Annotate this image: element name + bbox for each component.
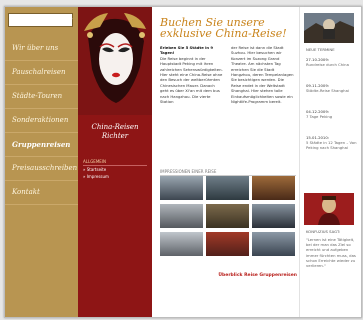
news-image [304, 13, 354, 43]
news-text: Rundreise durch China [306, 62, 349, 68]
gallery-photo[interactable] [160, 232, 203, 256]
gallery-photo[interactable] [252, 176, 295, 200]
nav-item-contest[interactable]: Preisausschreiben [5, 157, 78, 181]
caption-line-2: Richter [101, 132, 129, 140]
article-column-left: Erleben Sie 5 Städte in 9 Tagen! Die Rei… [160, 45, 223, 104]
nav-item-contact[interactable]: Kontakt [5, 181, 78, 205]
news-header: NEUE TERMINE [306, 47, 335, 52]
caption-line-1: China-Reisen [91, 123, 139, 131]
news-item[interactable]: 09.11.2009: Städte-Reise Shanghai [306, 83, 358, 93]
feature-column: China-Reisen Richter ALLGEMEIN » Startse… [78, 7, 152, 317]
gallery-header: IMPRESSIONEN EINER REISE [160, 169, 296, 176]
right-column: NEUE TERMINE 27.10.2009: Rundreise durch… [299, 7, 361, 317]
confucius-image [304, 193, 354, 225]
news-text: 7 Tage Peking [306, 114, 333, 120]
gallery-photo[interactable] [252, 204, 295, 228]
left-sidebar: » Wir über uns Pauschalreisen Städte-Tou… [5, 7, 78, 317]
gallery-photo[interactable] [206, 204, 249, 228]
article-text-right: der Reise ist dann die Stadt Suzhou. Hie… [231, 45, 294, 105]
search-submit-icon[interactable]: » [67, 14, 74, 24]
related-links: ALLGEMEIN » Startseite » Impressum [83, 159, 147, 180]
gallery-photo[interactable] [206, 232, 249, 256]
news-text: 5 Städte in 12 Tagen – Von Peking nach S… [306, 140, 357, 151]
news-text: Städte-Reise Shanghai [306, 88, 349, 94]
gallery-photo[interactable] [160, 176, 203, 200]
page-frame: » Wir über uns Pauschalreisen Städte-Tou… [4, 6, 362, 318]
quote-text: "Lernen ist eine Tätigkeit, bei der man … [306, 237, 356, 269]
nav-item-packages[interactable]: Pauschalreisen [5, 61, 78, 85]
link-impressum[interactable]: » Impressum [83, 174, 147, 180]
gallery-overview-link[interactable]: Überblick Reise Gruppenreisen [218, 273, 297, 278]
nav-item-specials[interactable]: Sonderaktionen [5, 109, 78, 133]
search-input[interactable] [8, 13, 73, 27]
news-item[interactable]: 04.12.2009: 7 Tage Peking [306, 109, 358, 119]
gallery-photo[interactable] [252, 232, 295, 256]
article-column-right: der Reise ist dann die Stadt Suzhou. Hie… [231, 45, 294, 104]
gallery-photo[interactable] [206, 176, 249, 200]
main-content: Buchen Sie unsere exklusive China-Reise!… [152, 7, 299, 317]
link-startseite[interactable]: » Startseite [83, 167, 147, 173]
gallery-photo[interactable] [160, 204, 203, 228]
nav-item-city-tours[interactable]: Städte-Touren [5, 85, 78, 109]
page-title: Buchen Sie unsere exklusive China-Reise! [160, 16, 287, 40]
mask-image [78, 7, 152, 115]
news-item[interactable]: 15.01.2010: 5 Städte in 12 Tagen – Von P… [306, 135, 358, 151]
article-text-left: Die Reise beginnt in der Hauptstadt Peki… [160, 55, 223, 105]
article-lead: Erleben Sie 5 Städte in 9 Tagen! [160, 45, 214, 56]
nav-item-group-tours[interactable]: Gruppenreisen [5, 133, 78, 157]
news-item[interactable]: 27.10.2009: Rundreise durch China [306, 57, 358, 67]
feature-caption: China-Reisen Richter [82, 123, 148, 141]
quote-header: KONFUZIUS SAGT: [306, 229, 341, 234]
main-nav: Wir über uns Pauschalreisen Städte-Toure… [5, 37, 78, 205]
nav-item-about[interactable]: Wir über uns [5, 37, 78, 61]
related-header: ALLGEMEIN [83, 159, 147, 166]
